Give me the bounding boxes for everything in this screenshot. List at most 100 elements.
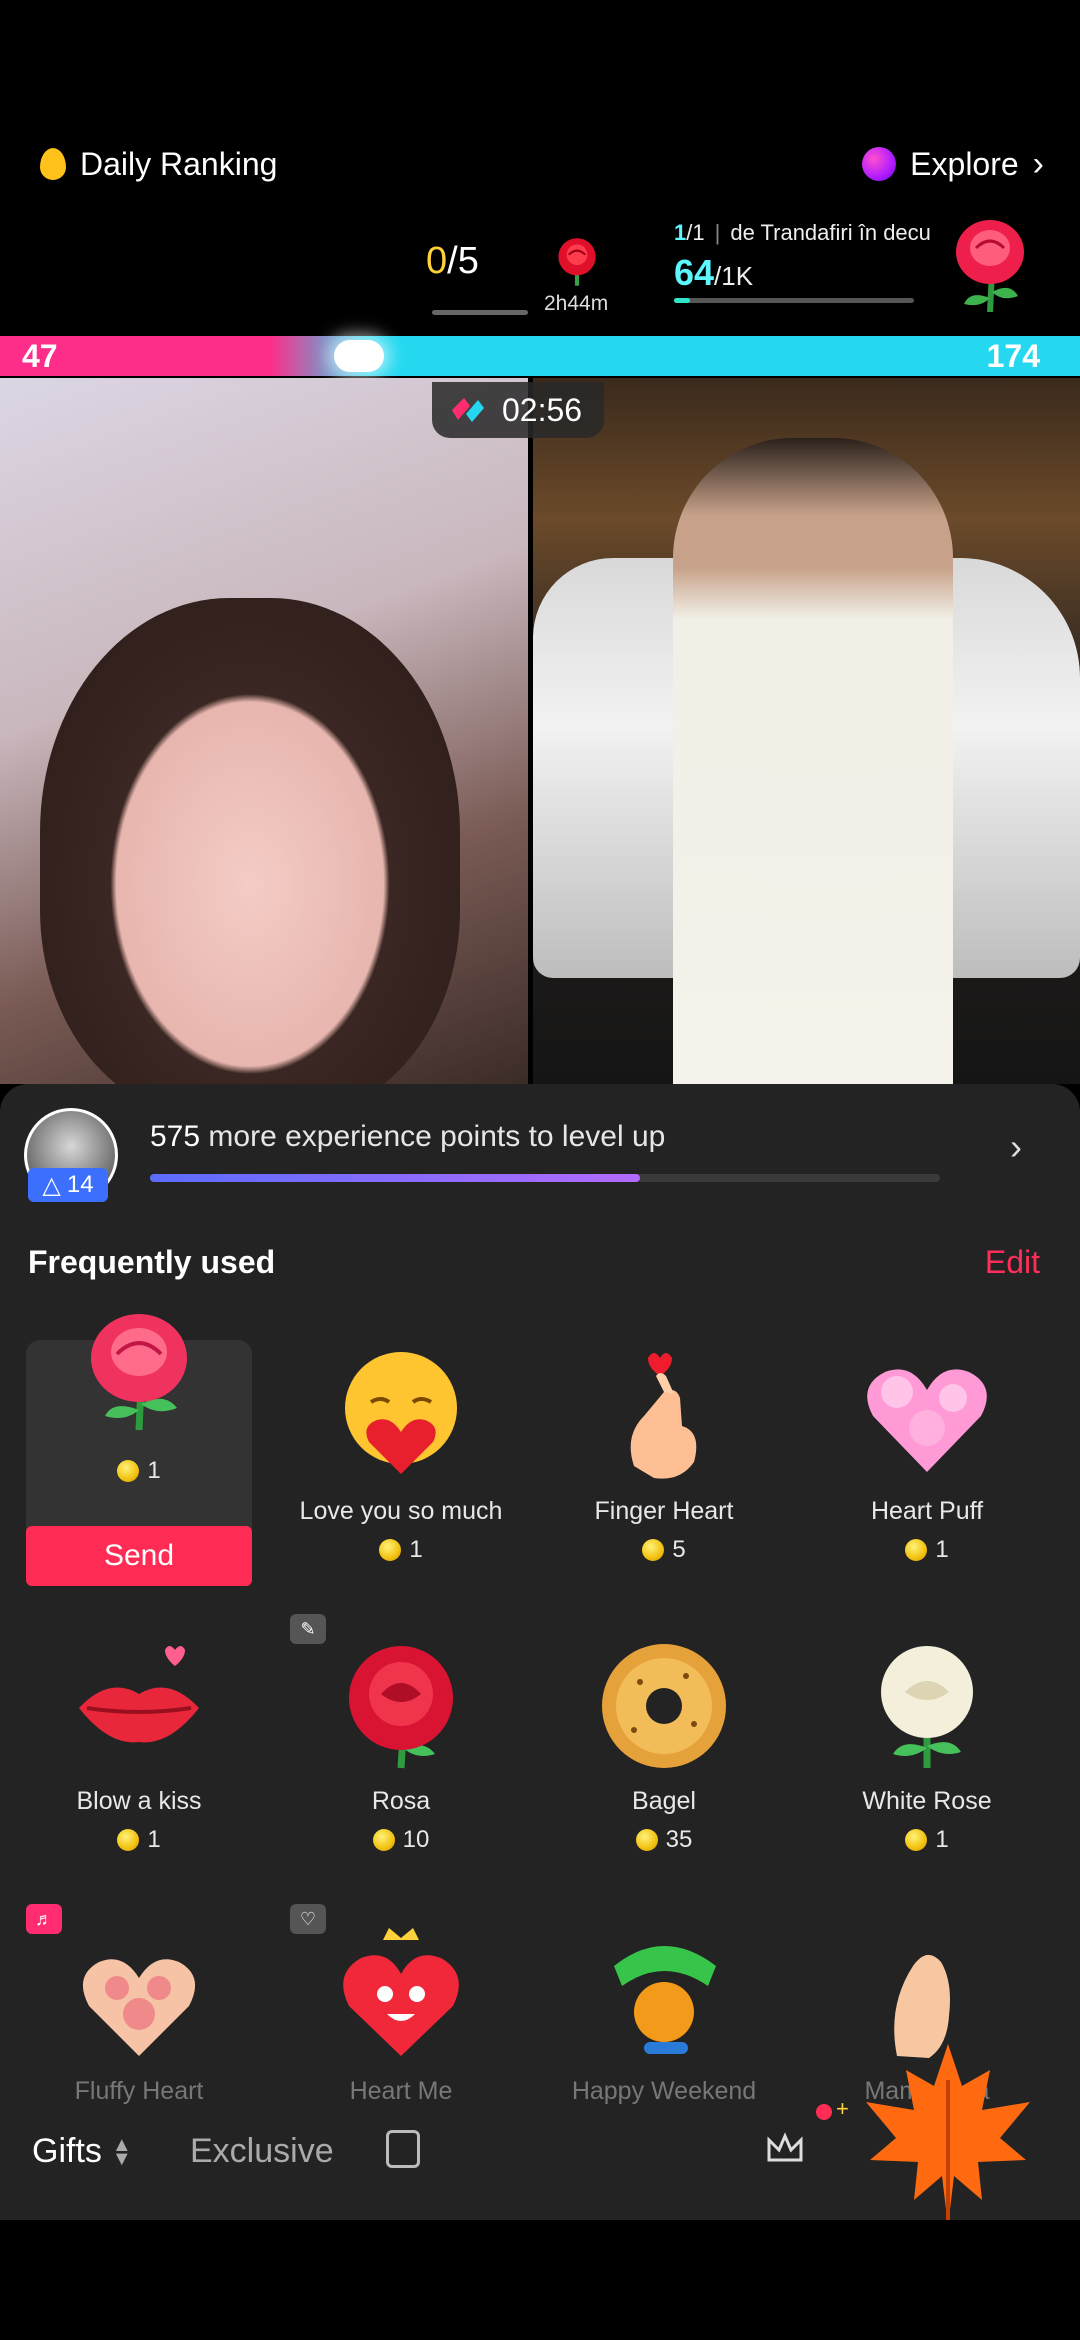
gift-name: Heart Me	[349, 2077, 453, 2105]
gift-name: White Rose	[862, 1787, 992, 1815]
gift-price: 35	[665, 1826, 693, 1853]
battle-timer: 02:56	[432, 382, 605, 438]
plus-icon: +	[836, 2096, 849, 2121]
stage-progress-track	[674, 298, 914, 303]
crown-shape	[767, 2132, 803, 2162]
gift-item-heart-me[interactable]: Heart Me	[286, 1926, 516, 2106]
stage-name: de Trandafiri în decu	[730, 220, 931, 245]
tab-gifts[interactable]: Gifts ▲ ▼	[32, 2132, 132, 2171]
gift-price: 5	[672, 1536, 686, 1563]
coin-icon	[635, 1829, 658, 1851]
gift-price: 1	[935, 1536, 949, 1563]
fluffy-heart-icon	[82, 1959, 196, 2056]
battle-score-bar	[0, 336, 1080, 376]
level-badge: △ 14	[28, 1168, 108, 1202]
hug-heart-icon	[345, 1352, 457, 1474]
coin-icon	[117, 1460, 140, 1482]
chevron-right-icon: ›	[1032, 144, 1044, 183]
tab-gifts-label: Gifts	[32, 2132, 102, 2170]
gift-name: Love you so much	[299, 1497, 503, 1525]
xp-text: more experience points to level up	[200, 1120, 666, 1153]
bagel-icon	[602, 1644, 726, 1768]
opponent-figure	[673, 438, 953, 1084]
gift-name: Heart Puff	[870, 1497, 984, 1525]
gift-item-heart-puff[interactable]: Heart Puff 1	[812, 1346, 1042, 1564]
crown-icon[interactable]	[760, 2124, 810, 2174]
happy-weekend-icon	[614, 1946, 716, 2054]
battle-right-score: 174	[986, 338, 1040, 374]
rose-large-icon[interactable]	[940, 212, 1040, 322]
maple-leaf-icon[interactable]	[858, 2040, 1038, 2230]
tab-exclusive[interactable]: Exclusive	[190, 2132, 334, 2171]
gift-item-rose[interactable]: 1	[24, 1300, 254, 1485]
edit-button[interactable]: Edit	[985, 1244, 1040, 1281]
rose-icon	[558, 238, 596, 286]
xp-progress-fill	[150, 1174, 640, 1182]
gift-item-finger-heart[interactable]: Finger Heart 5	[549, 1346, 779, 1564]
daily-ranking-label: Daily Ranking	[80, 145, 278, 182]
stage-score: 64/1K	[674, 252, 753, 294]
host-face	[40, 598, 460, 1084]
level-triangle-icon: △	[42, 1171, 61, 1199]
goal-done: 0	[426, 240, 448, 282]
gift-name: Bagel	[632, 1787, 696, 1815]
white-rose-icon	[881, 1646, 973, 1768]
gift-price: 1	[935, 1826, 949, 1853]
gift-item-happy-weekend[interactable]: Happy Weekend	[549, 1926, 779, 2106]
battle-left-score: 47	[22, 338, 58, 374]
gift-name: Finger Heart	[594, 1497, 734, 1525]
gift-name: Happy Weekend	[571, 2077, 757, 2105]
lips-icon	[79, 1646, 199, 1743]
host-video-left[interactable]	[0, 378, 528, 1084]
gift-item-white-rose[interactable]: White Rose 1	[812, 1636, 1042, 1854]
opponent-video-right[interactable]	[533, 378, 1080, 1084]
gift-box-icon[interactable]	[386, 2130, 420, 2168]
frequently-used-heading: Frequently used	[28, 1244, 276, 1280]
stage-total: /1	[686, 220, 705, 245]
flame-icon	[40, 148, 66, 180]
gift-item-love-you-so-much[interactable]: Love you so much 1	[286, 1346, 516, 1564]
gift-item-bagel[interactable]: Bagel 35	[549, 1636, 779, 1854]
goal-counter[interactable]: 0/5	[426, 240, 479, 283]
heart-puff-icon	[867, 1369, 987, 1472]
goal-total: /5	[447, 240, 479, 282]
coin-icon	[905, 1829, 928, 1851]
daily-ranking-button[interactable]: Daily Ranking	[40, 140, 277, 188]
gift-name: Fluffy Heart	[74, 2077, 204, 2105]
coin-icon	[372, 1829, 395, 1851]
coin-icon	[642, 1539, 665, 1561]
gift-price: 10	[402, 1826, 430, 1853]
send-button[interactable]: Send	[26, 1526, 252, 1586]
coin-icon	[905, 1539, 928, 1561]
goal-time-left: 2h44m	[544, 292, 609, 315]
stage-separator: |	[714, 220, 721, 245]
chevron-right-icon[interactable]: ›	[1010, 1126, 1022, 1168]
coin-icon	[117, 1829, 140, 1851]
heart-me-icon	[343, 1928, 459, 2056]
explore-orb-icon	[862, 147, 897, 181]
battle-timer-text: 02:56	[502, 391, 583, 428]
gift-name: Blow a kiss	[76, 1787, 202, 1815]
xp-message[interactable]: 575 more experience points to level up	[150, 1120, 665, 1154]
level-number: 14	[66, 1171, 94, 1198]
score-value: 64	[674, 252, 715, 293]
xp-number: 575	[150, 1120, 201, 1153]
rose-icon	[91, 1314, 187, 1431]
gift-item-blow-a-kiss[interactable]: Blow a kiss 1	[24, 1636, 254, 1854]
gift-item-fluffy-heart[interactable]: Fluffy Heart	[24, 1926, 254, 2106]
rosa-icon	[349, 1646, 453, 1769]
stage-current: 1	[674, 220, 687, 245]
system-bottom-area	[0, 2220, 1080, 2340]
notification-dot	[816, 2104, 832, 2120]
stage-progress-fill	[674, 298, 690, 303]
gift-name: Rosa	[371, 1787, 431, 1815]
coin-icon	[379, 1539, 402, 1561]
gift-price: 1	[409, 1536, 423, 1563]
gift-price: 1	[147, 1457, 161, 1484]
battle-indicator	[334, 340, 384, 372]
stage-info[interactable]: 1/1 | de Trandafiri în decu	[674, 220, 931, 246]
explore-button[interactable]: Explore ›	[862, 140, 1044, 188]
gift-item-rosa[interactable]: Rosa 10	[286, 1636, 516, 1854]
gift-price: 1	[147, 1826, 161, 1853]
explore-label: Explore	[910, 145, 1019, 182]
